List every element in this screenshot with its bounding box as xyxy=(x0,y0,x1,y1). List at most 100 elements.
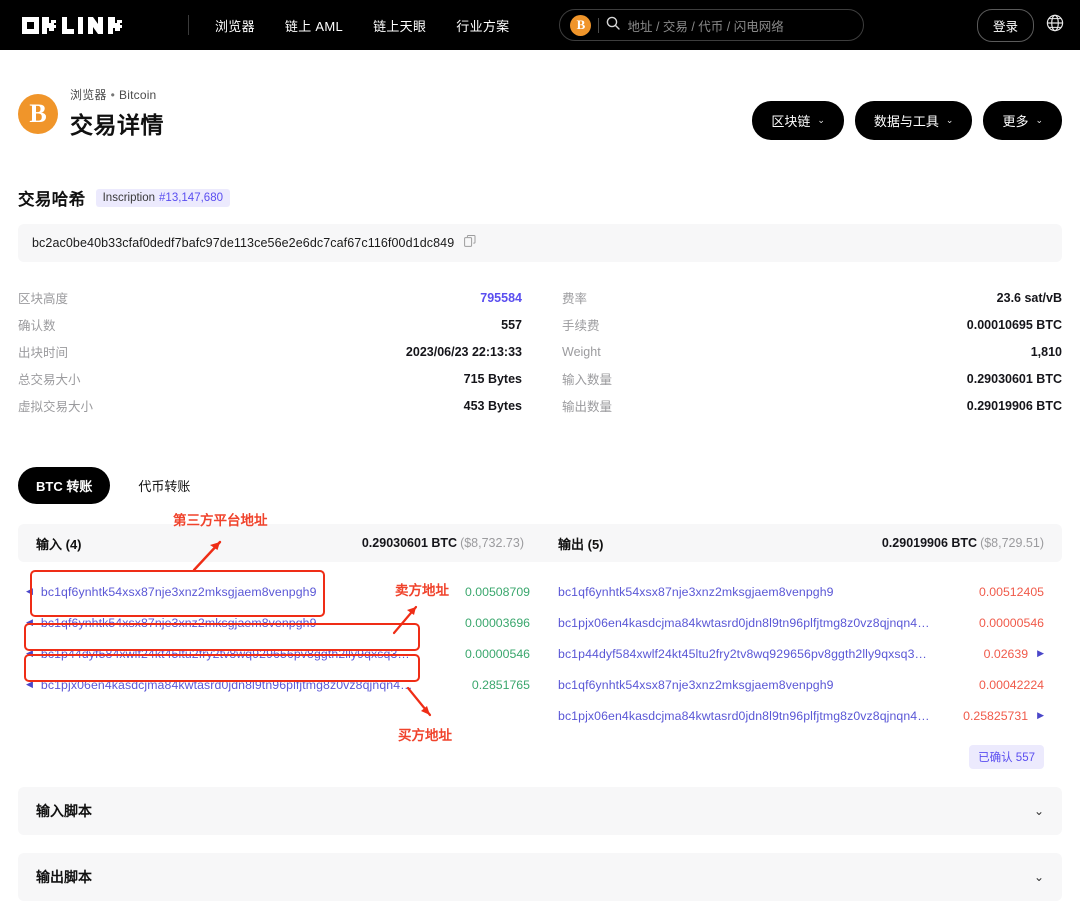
nav-links: 浏览器 链上 AML 链上天眼 行业方案 xyxy=(215,16,509,35)
info-key: 手续费 xyxy=(562,315,600,334)
search-bar[interactable]: B 地址 / 交易 / 代币 / 闪电网络 xyxy=(559,9,864,41)
tab-token-transfer[interactable]: 代币转账 xyxy=(120,467,208,504)
input-row: ◀ bc1p44dyf584xwlf24kt45ltu2fry2tv8wq929… xyxy=(18,638,540,669)
tx-hash-box: bc2ac0be40b33cfaf0dedf7bafc97de113ce56e2… xyxy=(18,224,1062,262)
search-icon xyxy=(606,16,620,35)
tab-btc-transfer[interactable]: BTC 转账 xyxy=(18,467,110,504)
info-row: 输入数量 0.29030601 BTC xyxy=(562,365,1062,392)
login-button[interactable]: 登录 xyxy=(977,9,1034,42)
info-row: 出块时间 2023/06/23 22:13:33 xyxy=(18,338,540,365)
bitcoin-badge-icon: B xyxy=(18,94,58,134)
inputs-outputs-body: ◀ bc1qf6ynhtk54xsx87nje3xnz2mksgjaem8ven… xyxy=(18,576,1062,769)
info-row: 手续费 0.00010695 BTC xyxy=(562,311,1062,338)
info-row: 虚拟交易大小 453 Bytes xyxy=(18,392,540,419)
transfer-tabs: BTC 转账 代币转账 xyxy=(18,467,1062,504)
inputs-outputs-header: 输入 (4) 0.29030601 BTC($8,732.73) 输出 (5) … xyxy=(18,524,1062,562)
status-badge: 已确认 557 xyxy=(969,745,1044,769)
triangle-left-icon: ◀ xyxy=(26,586,33,597)
breadcrumb: 浏览器•Bitcoin xyxy=(70,86,164,103)
input-address[interactable]: bc1pjx06en4kasdcjma84kwtasrd0jdn8l9tn96p… xyxy=(41,678,413,692)
output-address[interactable]: bc1qf6ynhtk54xsx87nje3xnz2mksgjaem8venpg… xyxy=(558,678,834,692)
input-row: ◀ bc1qf6ynhtk54xsx87nje3xnz2mksgjaem8ven… xyxy=(18,576,540,607)
input-amount: 0.00000546 xyxy=(453,647,530,661)
nav-link-industry[interactable]: 行业方案 xyxy=(456,16,509,35)
blockchain-dropdown-label: 区块链 xyxy=(771,111,810,130)
confirmations-value: 557 xyxy=(501,318,522,332)
output-address[interactable]: bc1pjx06en4kasdcjma84kwtasrd0jdn8l9tn96p… xyxy=(558,709,930,723)
more-dropdown-button[interactable]: 更多 ⌄ xyxy=(983,101,1062,140)
output-address[interactable]: bc1pjx06en4kasdcjma84kwtasrd0jdn8l9tn96p… xyxy=(558,616,930,630)
info-row: 输出数量 0.29019906 BTC xyxy=(562,392,1062,419)
blockchain-dropdown-button[interactable]: 区块链 ⌄ xyxy=(752,101,844,140)
data-tools-dropdown-label: 数据与工具 xyxy=(874,111,939,130)
block-height-value[interactable]: 795584 xyxy=(480,291,522,305)
info-row: Weight 1,810 xyxy=(562,338,1062,365)
virtual-size-value: 453 Bytes xyxy=(464,399,522,413)
copy-icon[interactable] xyxy=(464,234,476,252)
chevron-down-icon: ⌄ xyxy=(817,115,825,126)
confirm-badge-row: 已确认 557 xyxy=(548,745,1062,769)
transaction-info-grid: 区块高度 795584 确认数 557 出块时间 2023/06/23 22:1… xyxy=(18,284,1062,419)
output-amount-value: 0.29019906 BTC xyxy=(967,399,1062,413)
triangle-right-icon[interactable]: ▶ xyxy=(1037,710,1044,721)
triangle-right-icon[interactable]: ▶ xyxy=(1037,648,1044,659)
input-script-title: 输入脚本 xyxy=(36,801,92,821)
input-address[interactable]: bc1qf6ynhtk54xsx87nje3xnz2mksgjaem8venpg… xyxy=(41,585,317,599)
globe-icon[interactable] xyxy=(1046,14,1064,37)
input-row: ◀ bc1qf6ynhtk54xsx87nje3xnz2mksgjaem8ven… xyxy=(18,607,540,638)
info-row: 费率 23.6 sat/vB xyxy=(562,284,1062,311)
breadcrumb-root[interactable]: 浏览器 xyxy=(70,88,107,102)
oklink-logo[interactable] xyxy=(22,17,132,34)
input-script-accordion[interactable]: 输入脚本 ⌄ xyxy=(18,787,1062,835)
fee-value: 0.00010695 BTC xyxy=(967,318,1062,332)
info-row: 确认数 557 xyxy=(18,311,540,338)
search-input[interactable]: 地址 / 交易 / 代币 / 闪电网络 xyxy=(627,16,783,35)
more-dropdown-label: 更多 xyxy=(1002,111,1028,130)
inputs-header: 输入 (4) 0.29030601 BTC($8,732.73) xyxy=(18,524,540,562)
info-key: 输入数量 xyxy=(562,369,612,388)
inscription-badge[interactable]: Inscription #13,147,680 xyxy=(96,189,230,207)
input-address[interactable]: bc1p44dyf584xwlf24kt45ltu2fry2tv8wq92965… xyxy=(41,647,410,661)
info-key: 费率 xyxy=(562,288,587,307)
fee-rate-value: 23.6 sat/vB xyxy=(997,291,1062,305)
inputs-total: 0.29030601 BTC($8,732.73) xyxy=(362,536,524,550)
tx-hash-heading-row: 交易哈希 Inscription #13,147,680 xyxy=(18,186,1062,210)
triangle-left-icon: ◀ xyxy=(26,617,33,628)
info-row: 总交易大小 715 Bytes xyxy=(18,365,540,392)
info-key: 总交易大小 xyxy=(18,369,81,388)
weight-value: 1,810 xyxy=(1031,345,1062,359)
output-amount: 0.25825731 xyxy=(951,709,1028,723)
info-key: 区块高度 xyxy=(18,288,68,307)
header-buttons: 区块链 ⌄ 数据与工具 ⌄ 更多 ⌄ xyxy=(752,101,1062,140)
topnav-right-group: 登录 xyxy=(977,0,1064,50)
nav-link-aml[interactable]: 链上 AML xyxy=(285,16,343,35)
nav-link-explorer[interactable]: 浏览器 xyxy=(215,16,255,35)
data-tools-dropdown-button[interactable]: 数据与工具 ⌄ xyxy=(855,101,973,140)
tx-hash-value: bc2ac0be40b33cfaf0dedf7bafc97de113ce56e2… xyxy=(32,236,454,250)
output-row: bc1pjx06en4kasdcjma84kwtasrd0jdn8l9tn96p… xyxy=(548,700,1062,731)
output-amount: 0.00042224 xyxy=(967,678,1044,692)
outputs-label: 输出 (5) xyxy=(558,534,604,553)
chevron-down-icon[interactable]: ⌄ xyxy=(1034,870,1044,884)
output-row: bc1p44dyf584xwlf24kt45ltu2fry2tv8wq92965… xyxy=(548,638,1062,669)
inputs-total-btc: 0.29030601 BTC xyxy=(362,536,457,550)
nav-divider xyxy=(188,15,189,35)
input-address[interactable]: bc1qf6ynhtk54xsx87nje3xnz2mksgjaem8venpg… xyxy=(41,616,317,630)
page-title-block: 浏览器•Bitcoin 交易详情 xyxy=(70,86,164,140)
inscription-number: #13,147,680 xyxy=(159,192,223,204)
output-address[interactable]: bc1qf6ynhtk54xsx87nje3xnz2mksgjaem8venpg… xyxy=(558,585,834,599)
inputs-list: ◀ bc1qf6ynhtk54xsx87nje3xnz2mksgjaem8ven… xyxy=(18,576,540,769)
nav-link-chain-eye[interactable]: 链上天眼 xyxy=(373,16,426,35)
info-key: 出块时间 xyxy=(18,342,68,361)
output-script-accordion[interactable]: 输出脚本 ⌄ xyxy=(18,853,1062,901)
output-address[interactable]: bc1p44dyf584xwlf24kt45ltu2fry2tv8wq92965… xyxy=(558,647,927,661)
top-navigation-bar: 浏览器 链上 AML 链上天眼 行业方案 B 地址 / 交易 / 代币 / 闪电… xyxy=(0,0,1080,50)
input-amount: 0.2851765 xyxy=(460,678,530,692)
bitcoin-icon[interactable]: B xyxy=(570,15,591,36)
chevron-down-icon[interactable]: ⌄ xyxy=(1034,804,1044,818)
info-key: 确认数 xyxy=(18,315,56,334)
outputs-list: bc1qf6ynhtk54xsx87nje3xnz2mksgjaem8venpg… xyxy=(540,576,1062,769)
info-key: 虚拟交易大小 xyxy=(18,396,93,415)
output-amount: 0.00000546 xyxy=(967,616,1044,630)
breadcrumb-chain[interactable]: Bitcoin xyxy=(119,88,156,102)
